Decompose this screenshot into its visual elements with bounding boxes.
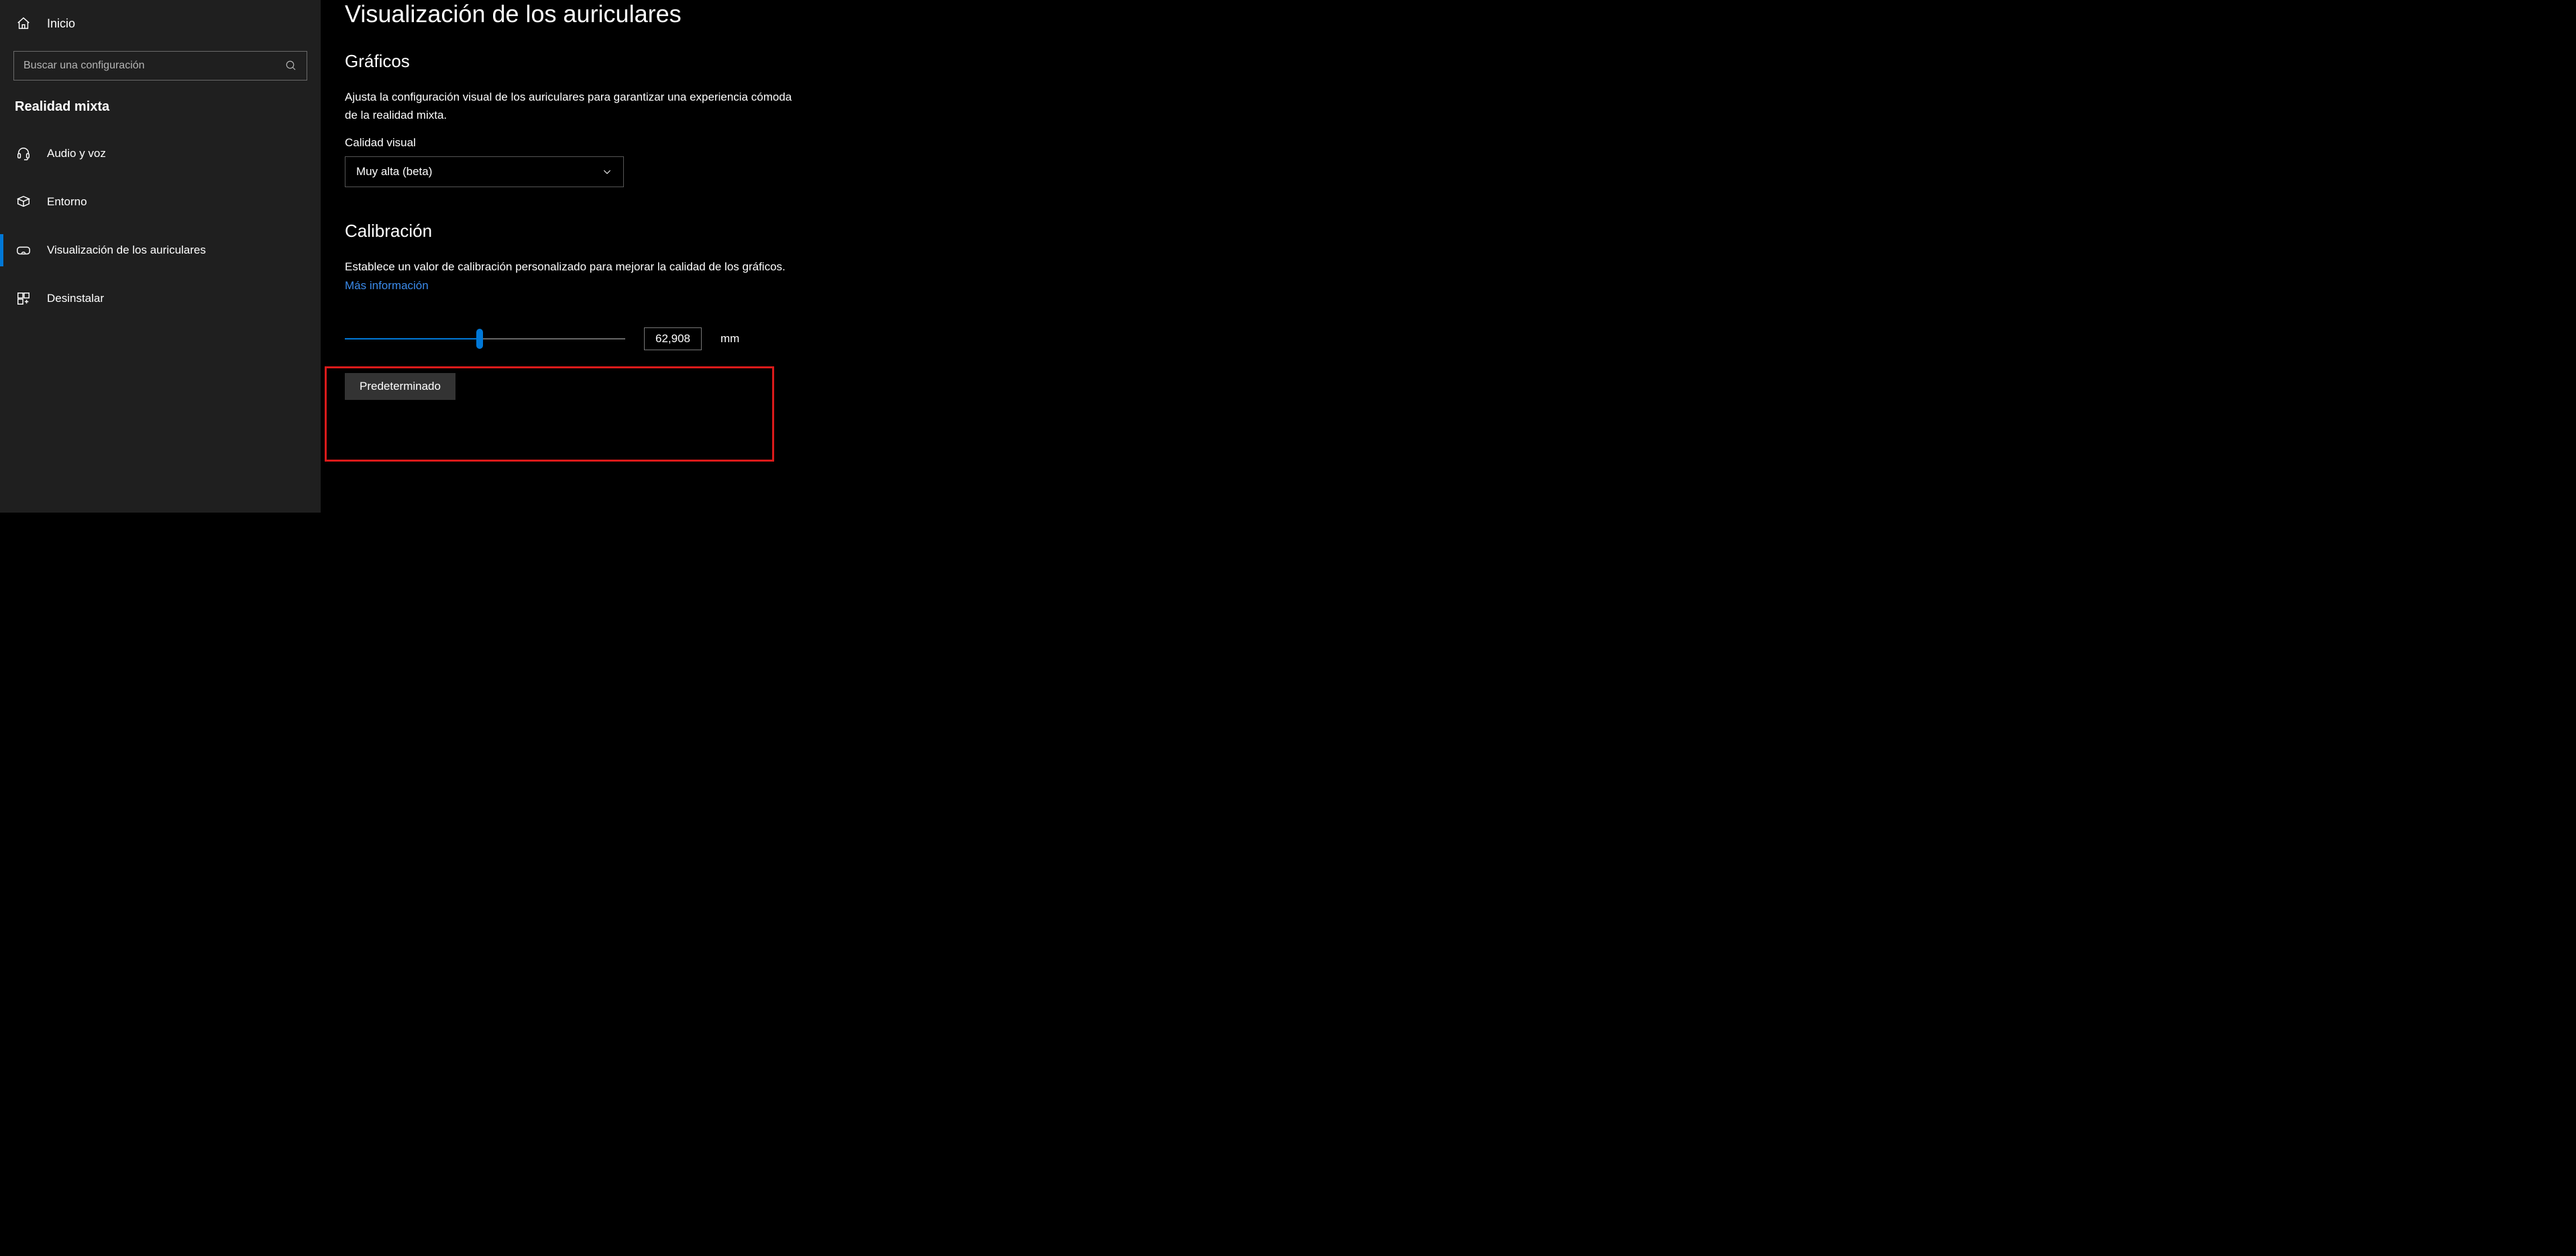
calibration-unit: mm — [720, 332, 739, 346]
category-title: Realidad mixta — [0, 94, 321, 129]
page-title: Visualización de los auriculares — [345, 0, 1052, 28]
calibration-slider[interactable] — [345, 329, 625, 349]
search-input[interactable] — [23, 60, 285, 72]
sidebar-item-environment[interactable]: Entorno — [0, 178, 321, 226]
search-input-container[interactable] — [13, 51, 307, 81]
main-content: Visualización de los auriculares Gráfico… — [321, 0, 1052, 513]
dropdown-value: Muy alta (beta) — [356, 165, 432, 178]
uninstall-icon — [16, 291, 31, 306]
sidebar-item-label: Visualización de los auriculares — [47, 244, 206, 257]
home-icon — [16, 16, 31, 31]
more-info-link[interactable]: Más información — [345, 279, 429, 293]
visual-quality-label: Calidad visual — [345, 136, 1052, 150]
calibration-slider-row: 62,908 mm — [345, 327, 1052, 350]
graphics-description: Ajusta la configuración visual de los au… — [345, 88, 801, 124]
nav-home-label: Inicio — [47, 17, 75, 31]
sidebar-item-label: Audio y voz — [47, 147, 106, 160]
default-button[interactable]: Predeterminado — [345, 373, 455, 400]
vr-headset-icon — [16, 243, 31, 258]
sidebar-item-audio[interactable]: Audio y voz — [0, 129, 321, 178]
search-icon — [285, 60, 297, 72]
graphics-section-title: Gráficos — [345, 51, 1052, 72]
calibration-section-title: Calibración — [345, 221, 1052, 242]
slider-thumb[interactable] — [476, 329, 483, 349]
sidebar-item-label: Desinstalar — [47, 292, 104, 305]
headset-mic-icon — [16, 146, 31, 161]
environment-icon — [16, 195, 31, 209]
nav-home[interactable]: Inicio — [0, 12, 321, 47]
sidebar: Inicio Realidad mixta Audio y voz — [0, 0, 321, 513]
sidebar-item-headset-display[interactable]: Visualización de los auriculares — [0, 226, 321, 274]
sidebar-nav: Audio y voz Entorno Visualización de los… — [0, 129, 321, 323]
visual-quality-dropdown[interactable]: Muy alta (beta) — [345, 156, 624, 187]
calibration-description: Establece un valor de calibración person… — [345, 258, 801, 276]
slider-fill — [345, 338, 480, 339]
sidebar-item-uninstall[interactable]: Desinstalar — [0, 274, 321, 323]
chevron-down-icon — [602, 166, 612, 177]
sidebar-item-label: Entorno — [47, 195, 87, 209]
calibration-value-input[interactable]: 62,908 — [644, 327, 702, 350]
